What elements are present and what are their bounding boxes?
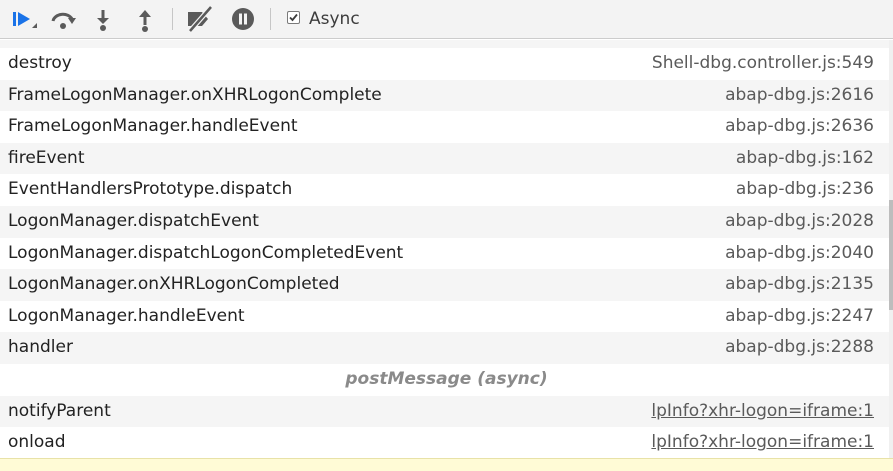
call-frame-function: FrameLogonManager.onXHRLogonComplete [8, 84, 382, 105]
call-frame-function: LogonManager.dispatchEvent [8, 210, 259, 231]
checkmark-icon [289, 13, 298, 22]
call-frame-function: LogonManager.handleEvent [8, 305, 245, 326]
async-label[interactable]: Async [309, 8, 360, 30]
step-into-icon [97, 10, 109, 31]
call-frame[interactable]: LogonManager.onXHRLogonCompleted abap-dbg… [0, 269, 893, 301]
call-frame-location[interactable]: lpInfo?xhr-logon=iframe:1 [651, 396, 874, 428]
call-stack-list: destroy Shell-dbg.controller.js:549 FrameL… [0, 40, 893, 458]
call-frame-location[interactable]: abap-dbg.js:2247 [725, 301, 874, 333]
partial-frame-text: ... [8, 40, 24, 42]
call-frame-location[interactable]: abap-dbg.js:236 [736, 174, 874, 206]
call-frame-function: LogonManager.dispatchLogonCompletedEvent [8, 242, 404, 263]
debugger-toolbar: Async [0, 0, 893, 39]
call-frame-location[interactable]: abap-dbg.js:2028 [725, 206, 874, 238]
call-frame-location[interactable]: abap-dbg.js:2616 [725, 80, 874, 112]
call-frame-function: destroy [8, 53, 72, 73]
call-frame[interactable]: LogonManager.dispatchEvent abap-dbg.js:20… [0, 205, 893, 238]
scrollbar-thumb[interactable] [889, 200, 893, 310]
resume-button[interactable] [6, 4, 40, 34]
call-frame-location[interactable]: Shell-dbg.controller.js:549 [652, 48, 874, 80]
step-out-icon [139, 10, 151, 32]
call-frame-location[interactable]: abap-dbg.js:2040 [725, 238, 874, 270]
call-frame[interactable]: handler abap-dbg.js:2288 [0, 332, 893, 364]
call-frame-function: notifyParent [8, 400, 111, 421]
call-frame-location[interactable]: lpInfo?xhr-logon=iframe:1 [651, 427, 874, 458]
call-frame-location[interactable]: abap-dbg.js:2135 [725, 269, 874, 301]
call-frame[interactable]: fireEvent abap-dbg.js:162 [0, 142, 893, 175]
step-out-button[interactable] [130, 4, 160, 34]
call-frame[interactable]: LogonManager.dispatchLogonCompletedEvent… [0, 238, 893, 270]
pause-on-exceptions-button[interactable] [228, 4, 258, 34]
resume-icon [13, 12, 37, 28]
call-frame-function: EventHandlersPrototype.dispatch [8, 179, 293, 200]
async-checkbox[interactable] [287, 11, 300, 24]
step-into-button[interactable] [88, 4, 118, 34]
toolbar-separator [270, 8, 271, 30]
call-frame[interactable]: notifyParent lpInfo?xhr-logon=iframe:1 [0, 395, 893, 428]
call-frame-location[interactable]: abap-dbg.js:162 [736, 143, 874, 175]
call-frame-function: onload [8, 432, 66, 453]
status-strip [0, 458, 893, 471]
pause-icon [232, 8, 254, 30]
deactivate-breakpoints-icon [188, 5, 213, 33]
call-frame-function: fireEvent [8, 147, 85, 168]
call-frame-function: FrameLogonManager.handleEvent [8, 116, 298, 137]
call-frame[interactable]: FrameLogonManager.onXHRLogonComplete abap… [0, 79, 893, 112]
call-frame-function: handler [8, 337, 73, 358]
call-frame[interactable]: LogonManager.handleEvent abap-dbg.js:2247 [0, 301, 893, 333]
partial-call-frame[interactable]: ... [0, 40, 893, 48]
async-separator-label: postMessage (async) [345, 368, 548, 389]
scrollbar-track[interactable] [889, 40, 893, 458]
call-frame[interactable]: FrameLogonManager.handleEvent abap-dbg.js… [0, 111, 893, 143]
call-frame[interactable]: EventHandlersPrototype.dispatch abap-dbg.… [0, 174, 893, 206]
call-frame-location[interactable]: abap-dbg.js:2288 [725, 332, 874, 364]
toolbar-separator [172, 8, 173, 30]
async-separator: postMessage (async) [0, 364, 893, 396]
call-frame-location[interactable]: abap-dbg.js:2636 [725, 111, 874, 143]
call-frame[interactable]: onload lpInfo?xhr-logon=iframe:1 [0, 427, 893, 458]
call-frame-function: LogonManager.onXHRLogonCompleted [8, 274, 340, 295]
deactivate-breakpoints-button[interactable] [183, 4, 217, 34]
step-over-button[interactable] [46, 4, 80, 34]
call-frame[interactable]: destroy Shell-dbg.controller.js:549 [0, 48, 893, 80]
step-over-icon [51, 12, 76, 29]
